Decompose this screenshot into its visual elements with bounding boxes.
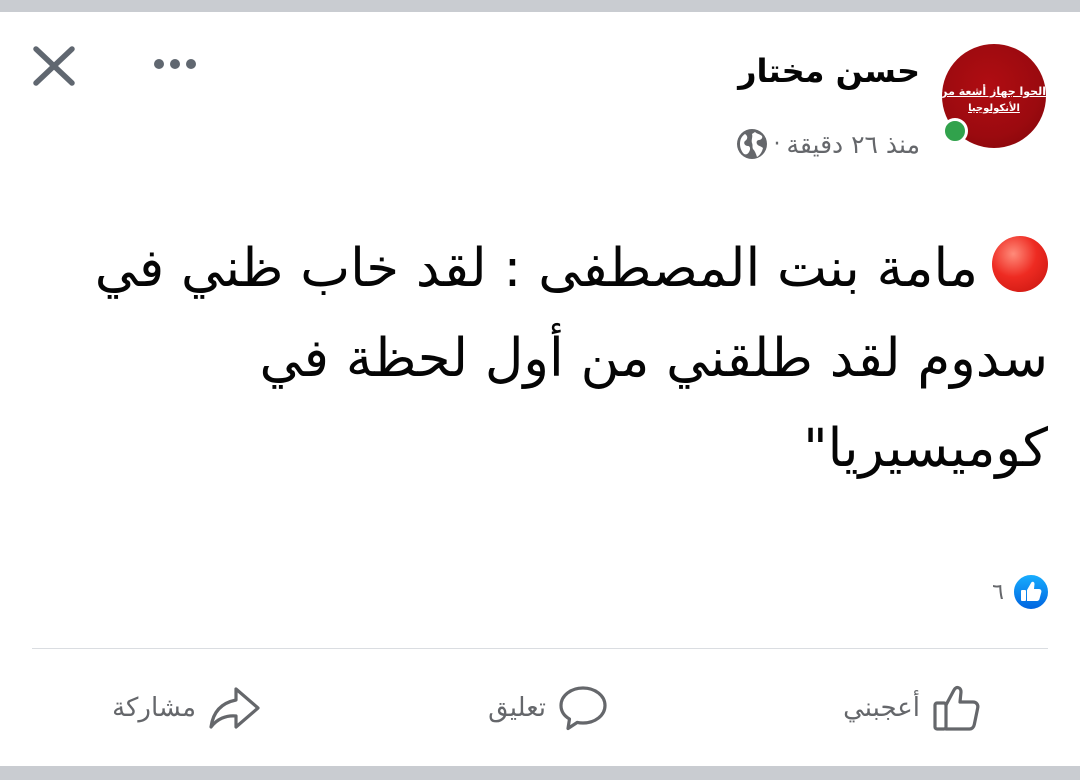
post-timestamp[interactable]: منذ ٢٦ دقيقة — [787, 130, 921, 159]
comment-button[interactable]: تعليق — [488, 680, 610, 736]
like-button-label: أعجبني — [843, 693, 920, 723]
post-meta: منذ ٢٦ دقيقة · — [736, 124, 921, 164]
red-circle-icon — [992, 236, 1048, 292]
reaction-summary[interactable]: ٦ — [992, 572, 1050, 612]
close-icon[interactable] — [32, 46, 76, 86]
comment-button-label: تعليق — [488, 693, 546, 723]
bottom-separator-strip — [0, 766, 1080, 780]
more-options-icon[interactable] — [152, 56, 198, 72]
like-icon — [930, 681, 984, 735]
author-name[interactable]: حسن مختار — [738, 52, 920, 90]
avatar-text-line2: الأنكولوجيا — [968, 103, 1020, 114]
share-button-label: مشاركة — [112, 693, 196, 723]
post-text: مامة بنت المصطفى : لقد خاب ظني في سدوم ل… — [58, 224, 1048, 494]
actions-divider — [32, 648, 1048, 649]
online-status-icon — [942, 118, 968, 144]
share-icon — [206, 681, 264, 735]
top-separator-strip — [0, 0, 1080, 12]
avatar-text-line1: الحوا جهاز أشعة من — [942, 85, 1046, 98]
like-badge-icon — [1012, 573, 1050, 611]
reaction-count: ٦ — [992, 579, 1004, 605]
post-text-content: مامة بنت المصطفى : لقد خاب ظني في سدوم ل… — [94, 238, 1048, 479]
meta-separator: · — [773, 131, 781, 157]
like-button[interactable]: أعجبني — [843, 680, 984, 736]
comment-icon — [556, 681, 610, 735]
share-button[interactable]: مشاركة — [112, 680, 264, 736]
globe-icon[interactable] — [736, 128, 768, 160]
